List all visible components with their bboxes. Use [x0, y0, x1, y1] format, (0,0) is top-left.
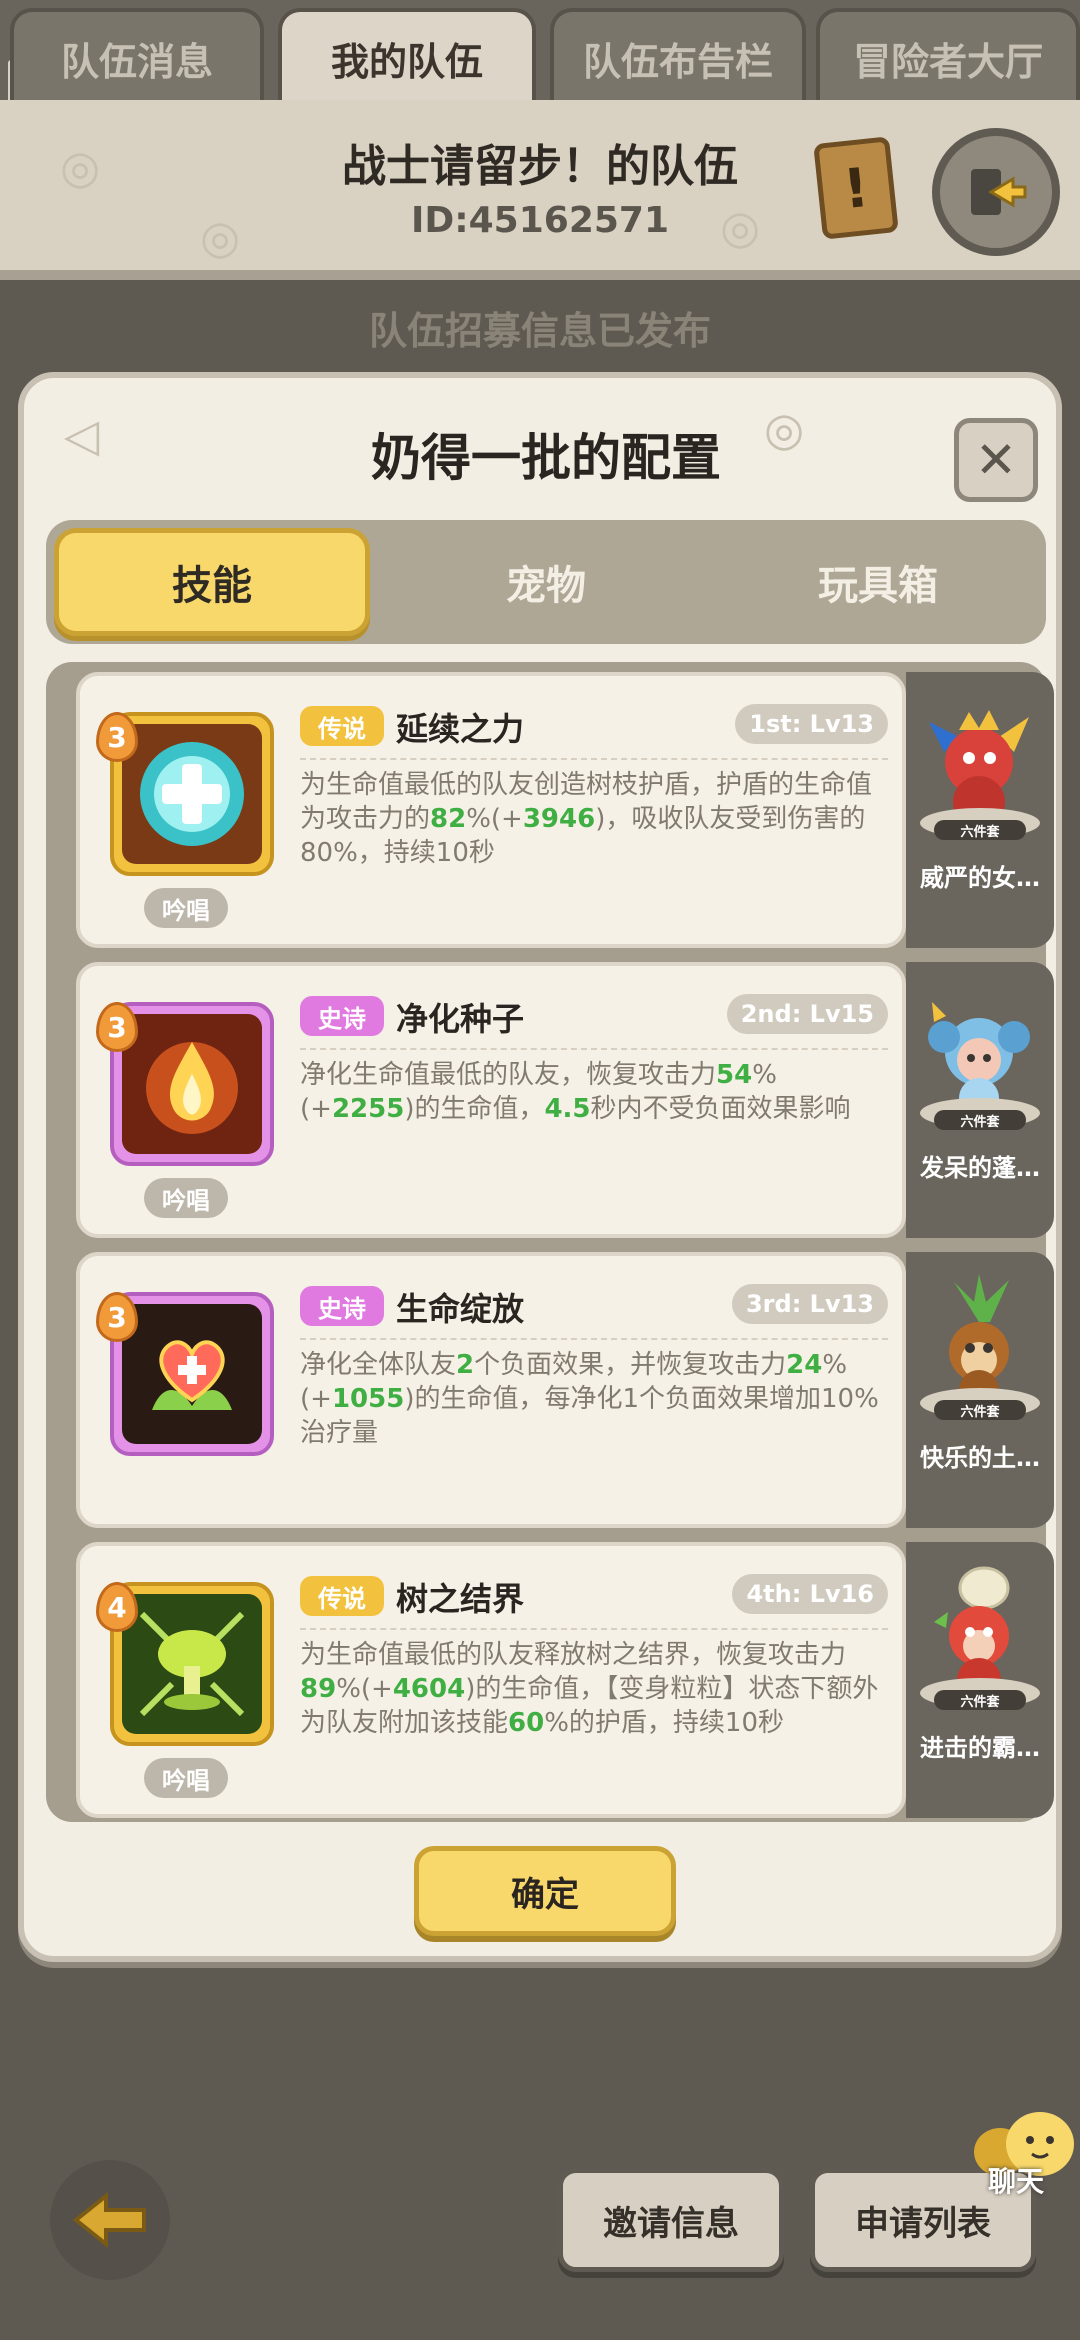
tab-team-messages[interactable]: 队伍消息: [10, 8, 264, 104]
skill-list: 六件套 威严的女… 3 吟唱 传说 延续之力 1st: Lv13 为生命值最低的…: [46, 662, 1054, 1822]
loadout-dialog: ◁ ◎ 奶得一批的配置 ✕ 技能 宠物 玩具箱 六件套 威严的女… 3 吟唱 传…: [18, 372, 1062, 1962]
skill-description: 净化生命值最低的队友，恢复攻击力54%(+2255)的生命值，4.5秒内不受负面…: [300, 1060, 851, 1124]
skill-slot-badge: 3rd: Lv13: [731, 1284, 888, 1324]
set-badge: 六件套: [934, 1690, 1026, 1710]
close-icon: ✕: [975, 431, 1017, 489]
rarity-badge: 史诗: [300, 996, 384, 1036]
chat-label[interactable]: 聊天: [988, 2160, 1044, 2200]
skill-description: 为生命值最低的队友释放树之结界，恢复攻击力89%(+4604)的生命值，【变身粒…: [300, 1640, 879, 1738]
tab-my-team[interactable]: 我的队伍: [278, 8, 536, 104]
confirm-button[interactable]: 确定: [414, 1846, 676, 1936]
pet-name: 威严的女…: [920, 864, 1040, 892]
blooming-heart-icon: [122, 1304, 262, 1444]
team-header: ◎ ◎ ◎ 战士请留步！的队伍 ID:45162571 !: [0, 100, 1080, 280]
rarity-badge: 史诗: [300, 1286, 384, 1326]
tab-adventurer-hall[interactable]: 冒险者大厅: [816, 8, 1080, 104]
close-button[interactable]: ✕: [954, 418, 1038, 502]
skill-name: 延续之力: [396, 710, 525, 748]
pet-slot[interactable]: 六件套 进击的霸…: [906, 1542, 1054, 1818]
invite-info-button[interactable]: 邀请信息: [558, 2168, 784, 2272]
divider: [300, 1048, 888, 1050]
flame-seed-icon: [122, 1014, 262, 1154]
heal-cross-icon: [122, 724, 262, 864]
chant-tag: 吟唱: [144, 1758, 228, 1798]
divider: [300, 758, 888, 760]
notice-scroll-icon[interactable]: !: [813, 136, 899, 240]
divider: [300, 1628, 888, 1630]
rarity-badge: 传说: [300, 1576, 384, 1616]
team-id: ID:45162571: [410, 200, 670, 241]
exit-icon: [971, 169, 1027, 215]
skill-card[interactable]: 3 史诗 生命绽放 3rd: Lv13 净化全体队友2个负面效果，并恢复攻击力2…: [76, 1252, 906, 1528]
pet-slot[interactable]: 六件套 威严的女…: [906, 672, 1054, 948]
set-badge: 六件套: [934, 1400, 1026, 1420]
loadout-tabs: 技能 宠物 玩具箱: [46, 520, 1046, 644]
pet-name: 快乐的土…: [920, 1444, 1040, 1472]
back-button[interactable]: [50, 2160, 170, 2280]
pet-slot[interactable]: 六件套 发呆的蓬…: [906, 962, 1054, 1238]
pet-slot[interactable]: 六件套 快乐的土…: [906, 1252, 1054, 1528]
top-tab-bar: 队伍消息 我的队伍 队伍布告栏 冒险者大厅: [0, 0, 1080, 150]
tab-skills[interactable]: 技能: [54, 528, 370, 636]
skill-slot-badge: 1st: Lv13: [735, 704, 888, 744]
skill-description: 净化全体队友2个负面效果，并恢复攻击力24%(+1055)的生命值，每净化1个负…: [300, 1350, 879, 1448]
dialog-title: 奶得一批的配置: [371, 429, 721, 487]
pet-name: 进击的霸…: [920, 1734, 1040, 1762]
skill-card[interactable]: 3 吟唱 传说 延续之力 1st: Lv13 为生命值最低的队友创造树枝护盾，护…: [76, 672, 906, 948]
tab-team-board[interactable]: 队伍布告栏: [550, 8, 806, 104]
chant-tag: 吟唱: [144, 1178, 228, 1218]
skill-description: 为生命值最低的队友创造树枝护盾，护盾的生命值为攻击力的82%(+3946)，吸收…: [300, 770, 873, 868]
tab-toybox[interactable]: 玩具箱: [720, 528, 1036, 636]
tab-pets[interactable]: 宠物: [388, 528, 704, 636]
divider: [300, 1338, 888, 1340]
team-name: 战士请留步！的队伍: [342, 141, 738, 192]
skill-name: 净化种子: [396, 1000, 525, 1038]
skill-card[interactable]: 4 吟唱 传说 树之结界 4th: Lv16 为生命值最低的队友释放树之结界，恢…: [76, 1542, 906, 1818]
recruit-status-text: 队伍招募信息已发布: [368, 309, 711, 353]
tree-barrier-icon: [122, 1594, 262, 1734]
skill-slot-badge: 4th: Lv16: [732, 1574, 888, 1614]
exit-team-button[interactable]: [932, 128, 1060, 256]
set-badge: 六件套: [934, 1110, 1026, 1130]
back-arrow-icon: [72, 2191, 146, 2249]
pet-name: 发呆的蓬…: [920, 1154, 1040, 1182]
skill-name: 生命绽放: [396, 1290, 525, 1328]
skill-slot-badge: 2nd: Lv15: [726, 994, 888, 1034]
chant-tag: 吟唱: [144, 888, 228, 928]
skill-card[interactable]: 3 吟唱 史诗 净化种子 2nd: Lv15 净化生命值最低的队友，恢复攻击力5…: [76, 962, 906, 1238]
set-badge: 六件套: [934, 820, 1026, 840]
skill-name: 树之结界: [396, 1580, 525, 1618]
rarity-badge: 传说: [300, 706, 384, 746]
